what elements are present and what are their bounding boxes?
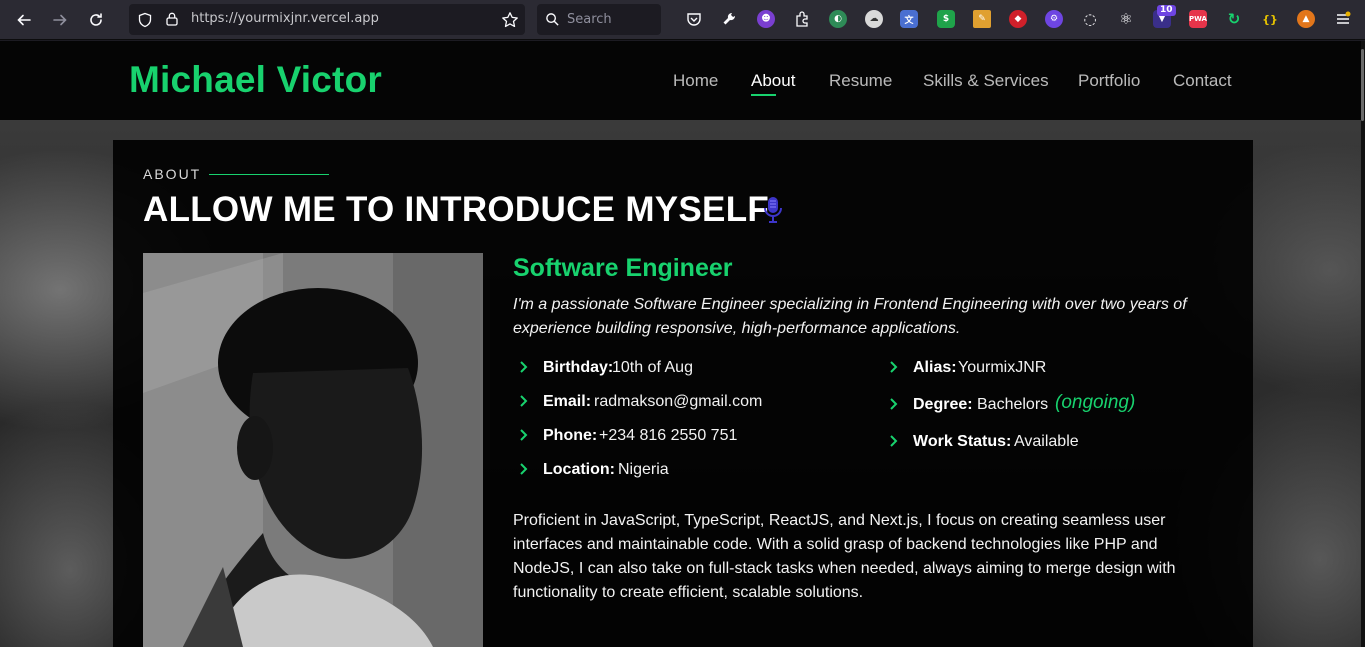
- site-header: Michael Victor Home About Resume Skills …: [0, 41, 1365, 120]
- fact-key: Phone:: [543, 427, 598, 444]
- extension-money-icon[interactable]: $: [937, 10, 955, 28]
- about-paragraph: Proficient in JavaScript, TypeScript, Re…: [513, 512, 1176, 601]
- intro-text: I'm a passionate Software Engineer speci…: [513, 296, 1187, 337]
- extension-gear-icon[interactable]: ⚙: [1045, 10, 1063, 28]
- fact-value: YourmixJNR: [958, 359, 1047, 376]
- extension-cloud-icon[interactable]: ☁: [865, 10, 883, 28]
- fact-value: radmakson@gmail.com: [594, 393, 763, 410]
- role-heading: Software Engineer: [513, 254, 733, 282]
- browser-toolbar: https://yourmixjnr.vercel.app Search ☻ ◐…: [0, 0, 1365, 40]
- forward-arrow-icon: [53, 14, 67, 26]
- url-text[interactable]: https://yourmixjnr.vercel.app: [191, 11, 379, 26]
- reload-icon: [90, 13, 102, 26]
- chevron-right-icon: [520, 463, 528, 475]
- chevron-right-icon: [520, 395, 528, 407]
- page-scrollbar[interactable]: [1361, 41, 1365, 647]
- back-button[interactable]: [12, 8, 36, 32]
- url-bar[interactable]: https://yourmixjnr.vercel.app: [129, 4, 525, 35]
- pwa-label: PWA: [1189, 15, 1207, 23]
- fact-value: Nigeria: [618, 461, 669, 478]
- chevron-right-icon: [890, 435, 898, 447]
- metamask-fox-icon[interactable]: ▲: [1297, 10, 1315, 28]
- nav-contact[interactable]: Contact: [1173, 71, 1232, 91]
- brand-logo[interactable]: Michael Victor: [129, 59, 382, 101]
- about-section: ABOUT ALLOW ME TO INTRODUCE MYSELF Softw…: [113, 140, 1253, 647]
- microphone-icon: [764, 197, 782, 223]
- search-placeholder: Search: [567, 12, 612, 27]
- extension-translate-icon[interactable]: 文: [900, 10, 918, 28]
- section-title: ALLOW ME TO INTRODUCE MYSELF: [143, 190, 770, 229]
- chevron-right-icon: [520, 429, 528, 441]
- fact-key: Alias:: [913, 359, 957, 376]
- app-menu-icon[interactable]: [1334, 10, 1352, 28]
- lock-icon[interactable]: [164, 11, 180, 27]
- profile-photo-illustration: [143, 253, 483, 647]
- search-icon: [546, 13, 559, 26]
- search-bar[interactable]: Search: [537, 4, 661, 35]
- extension-refresh-icon[interactable]: ↻: [1225, 10, 1243, 28]
- extension-json-icon[interactable]: {}: [1261, 10, 1279, 28]
- fact-key: Birthday:: [543, 359, 614, 376]
- fact-value: 10th of Aug: [612, 359, 693, 376]
- extension-globe-icon[interactable]: ◐: [829, 10, 847, 28]
- bookmark-star-icon[interactable]: [501, 11, 519, 29]
- chevron-right-icon: [520, 361, 528, 373]
- section-label: ABOUT: [143, 166, 202, 182]
- fact-key: Location:: [543, 461, 615, 478]
- reload-button[interactable]: [84, 8, 108, 32]
- wrench-icon[interactable]: [721, 10, 739, 28]
- extensions-puzzle-icon[interactable]: [793, 10, 811, 28]
- chevron-right-icon: [890, 361, 898, 373]
- json-label: {}: [1262, 12, 1278, 26]
- forward-button[interactable]: [48, 8, 72, 32]
- fact-key: Email:: [543, 393, 592, 410]
- extension-cookie-icon[interactable]: ◌: [1081, 10, 1099, 28]
- nav-resume[interactable]: Resume: [829, 71, 892, 91]
- page-viewport: Michael Victor Home About Resume Skills …: [0, 41, 1365, 647]
- back-arrow-icon: [17, 14, 31, 26]
- nav-about[interactable]: About: [751, 71, 795, 91]
- active-nav-underline: [751, 94, 776, 96]
- nav-home[interactable]: Home: [673, 71, 718, 91]
- nav-portfolio[interactable]: Portfolio: [1078, 71, 1140, 91]
- chevron-right-icon: [890, 398, 898, 410]
- extension-pwa-icon[interactable]: PWA: [1189, 10, 1207, 28]
- nav-skills-services[interactable]: Skills & Services: [923, 71, 1049, 91]
- extension-broom-icon[interactable]: ✎: [973, 10, 991, 28]
- degree-status-note: (ongoing): [1055, 392, 1136, 413]
- fact-value: +234 816 2550 751: [599, 427, 738, 444]
- scrollbar-thumb[interactable]: [1361, 49, 1364, 121]
- fact-value: Bachelors: [977, 396, 1049, 413]
- profile-photo: [143, 253, 483, 647]
- section-label-divider: [209, 174, 329, 175]
- react-devtools-icon[interactable]: ⚛: [1117, 10, 1135, 28]
- fact-key: Degree:: [913, 396, 973, 413]
- extension-purple-face-icon[interactable]: ☻: [757, 10, 775, 28]
- fact-value: Available: [1014, 433, 1079, 450]
- fact-key: Work Status:: [913, 433, 1012, 450]
- pocket-icon[interactable]: [685, 10, 703, 28]
- extension-ublock-icon[interactable]: ◆: [1009, 10, 1027, 28]
- tracking-protection-shield-icon[interactable]: [137, 12, 153, 28]
- extension-badge-count: 10: [1157, 5, 1176, 16]
